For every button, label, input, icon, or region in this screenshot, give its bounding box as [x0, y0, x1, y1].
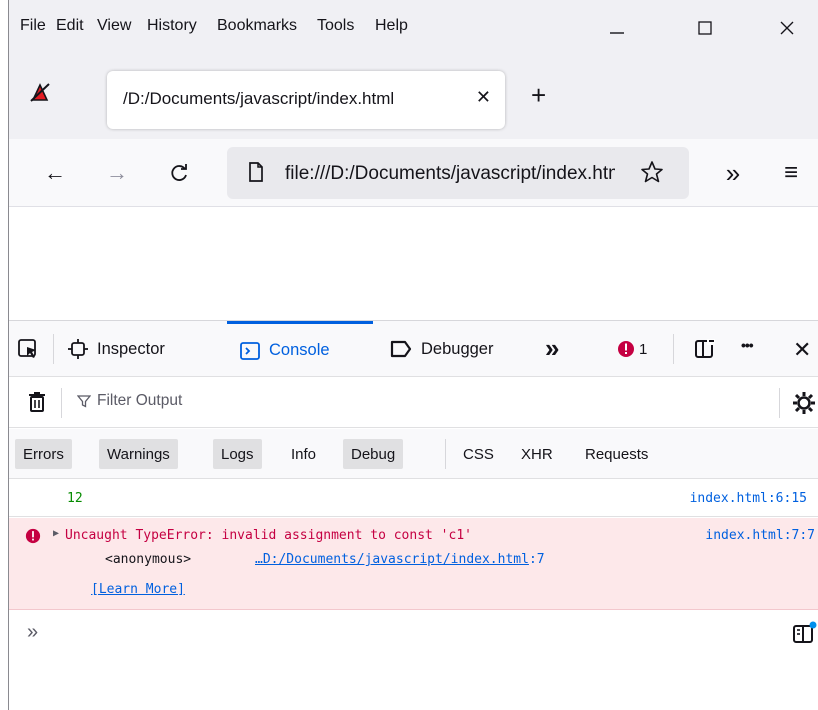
menu-help[interactable]: Help	[375, 17, 408, 35]
window-close-icon	[780, 21, 794, 35]
error-count-badge[interactable]: 1	[617, 340, 647, 358]
firefox-view-icon[interactable]	[29, 82, 51, 104]
inspector-icon	[67, 338, 89, 360]
tab-console-label: Console	[269, 341, 330, 359]
log-value: 12	[67, 491, 83, 506]
page-content	[9, 208, 818, 320]
console-icon	[239, 340, 261, 362]
devtools-close-icon[interactable]: ✕	[793, 337, 811, 363]
tab-debugger[interactable]: Debugger	[389, 321, 493, 377]
expand-arrow-icon[interactable]: ▶	[53, 528, 59, 539]
title-area: File Edit View History Bookmarks Tools H…	[9, 0, 818, 139]
url-input[interactable]: file:///D:/Documents/javascript/index.ht…	[285, 163, 615, 185]
page-icon[interactable]	[247, 161, 265, 183]
filter-bar: Filter Output	[9, 378, 818, 428]
devtools-toolbar: Inspector Console Debugger » 1 ••• ✕	[9, 321, 818, 377]
hamburger-menu-icon: ≡	[783, 159, 798, 186]
stack-line: :7	[528, 552, 545, 567]
tab-inspector[interactable]: Inspector	[67, 321, 165, 377]
toolbar-separator	[53, 334, 54, 364]
settings-gear-icon[interactable]	[791, 390, 817, 416]
menu-view[interactable]: View	[97, 17, 131, 35]
forward-button[interactable]: →	[103, 159, 131, 187]
window-close-button[interactable]	[775, 16, 799, 40]
console-message-error: ▶ Uncaught TypeError: invalid assignment…	[9, 518, 818, 610]
tab-title: /D:/Documents/javascript/index.html	[123, 89, 395, 108]
menu-bar: File Edit View History Bookmarks Tools H…	[9, 0, 818, 56]
filter-separator	[61, 388, 62, 418]
filter-requests-button[interactable]: Requests	[577, 439, 656, 469]
forward-arrow-icon: →	[106, 160, 128, 185]
error-text: Uncaught TypeError: invalid assignment t…	[65, 528, 472, 543]
filter-errors-button[interactable]: Errors	[15, 439, 72, 469]
prompt-chevron-icon: »	[27, 621, 39, 643]
filter-icon	[77, 395, 91, 408]
message-location-link[interactable]: index.html:6:15	[690, 491, 807, 506]
stack-function: <anonymous>	[105, 552, 192, 567]
filter-logs-button[interactable]: Logs	[213, 439, 262, 469]
more-tools-icon[interactable]: »	[545, 333, 559, 364]
location-line: :7:7	[783, 528, 815, 543]
chevron-double-right-icon: »	[725, 157, 741, 188]
console-input[interactable]: »	[9, 611, 818, 655]
filter-placeholder: Filter Output	[97, 392, 183, 409]
tab-close-icon[interactable]: ✕	[476, 87, 491, 108]
toolbar-separator	[673, 334, 674, 364]
app-menu-button[interactable]: ≡	[777, 159, 805, 187]
tab-strip: /D:/Documents/javascript/index.html ✕ +	[9, 58, 818, 138]
menu-tools[interactable]: Tools	[317, 17, 354, 35]
new-tab-button[interactable]: +	[531, 82, 546, 108]
reload-button[interactable]	[165, 159, 193, 187]
trash-icon[interactable]	[27, 391, 47, 413]
error-icon	[618, 341, 634, 357]
debugger-icon	[389, 339, 413, 359]
level-separator	[445, 439, 446, 469]
tab-debugger-label: Debugger	[421, 339, 494, 358]
menu-bookmarks[interactable]: Bookmarks	[217, 17, 297, 35]
url-bar[interactable]: file:///D:/Documents/javascript/index.ht…	[227, 147, 689, 199]
minimize-icon	[610, 32, 624, 34]
filter-xhr-button[interactable]: XHR	[513, 439, 561, 469]
filter-debug-button[interactable]: Debug	[343, 439, 404, 469]
error-location-link[interactable]: index.html:7:7	[705, 528, 815, 543]
reload-icon	[171, 164, 187, 181]
menu-history[interactable]: History	[147, 17, 197, 35]
location-file: index.html	[705, 528, 784, 543]
minimize-button[interactable]	[605, 16, 629, 40]
filter-css-button[interactable]: CSS	[455, 439, 502, 469]
maximize-button[interactable]	[693, 16, 717, 40]
console-message-log: 12 index.html:6:15	[9, 481, 818, 517]
tab-inspector-label: Inspector	[97, 339, 165, 358]
more-options-icon[interactable]: •••	[741, 337, 754, 353]
maximize-icon	[698, 21, 712, 35]
stack-file: …D:/Documents/javascript/index.html	[255, 552, 529, 567]
bookmark-star-icon[interactable]	[639, 159, 665, 185]
tab-index-html[interactable]: /D:/Documents/javascript/index.html ✕	[107, 71, 505, 129]
filter-output-input[interactable]: Filter Output	[77, 392, 182, 410]
menu-edit[interactable]: Edit	[56, 17, 84, 35]
filter-warnings-button[interactable]: Warnings	[99, 439, 178, 469]
element-picker-icon[interactable]	[17, 338, 39, 360]
overflow-button[interactable]: »	[719, 157, 747, 188]
menu-file[interactable]: File	[20, 17, 46, 35]
dock-side-icon[interactable]	[693, 337, 717, 361]
log-level-bar: Errors Warnings Logs Info Debug CSS XHR …	[9, 429, 818, 479]
error-count: 1	[639, 340, 648, 358]
filter-separator	[779, 388, 780, 418]
location-line: :6:15	[767, 491, 807, 506]
location-file: index.html	[689, 491, 768, 506]
back-arrow-icon: ←	[44, 160, 66, 185]
editor-mode-icon[interactable]	[791, 621, 817, 645]
back-button[interactable]: ←	[41, 159, 69, 187]
learn-more-link[interactable]: [Learn More]	[91, 582, 185, 597]
devtools-panel: Inspector Console Debugger » 1 ••• ✕ Fil…	[9, 320, 818, 710]
filter-info-button[interactable]: Info	[283, 439, 324, 469]
navigation-bar: ← → file:///D:/Documents/javascript/inde…	[9, 139, 818, 207]
error-icon	[25, 528, 41, 544]
browser-window: File Edit View History Bookmarks Tools H…	[8, 0, 818, 710]
tab-console[interactable]: Console	[227, 321, 373, 377]
stack-location-link[interactable]: …D:/Documents/javascript/index.html:7	[255, 552, 545, 567]
